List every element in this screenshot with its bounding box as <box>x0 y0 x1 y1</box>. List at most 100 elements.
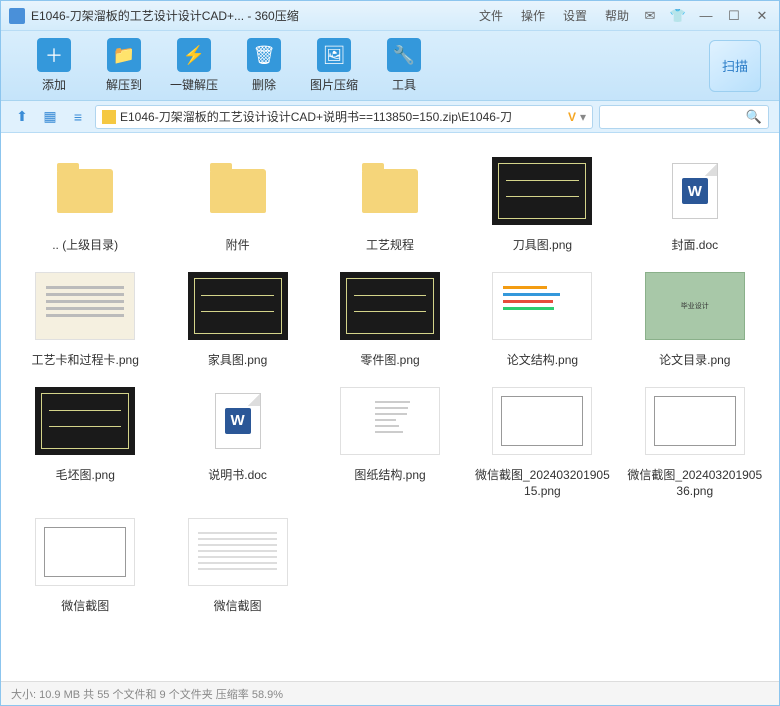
file-name: 论文结构.png <box>507 352 578 369</box>
view-grid-icon[interactable]: ▦ <box>39 106 61 128</box>
file-name: 微信截图 <box>61 598 109 615</box>
file-item[interactable]: 工艺规程 <box>316 151 464 258</box>
file-name: 家具图.png <box>208 352 267 369</box>
file-thumbnail <box>340 155 440 227</box>
file-item[interactable]: 刀具图.png <box>468 151 616 258</box>
file-thumbnail <box>645 385 745 457</box>
file-content-area: .. (上级目录) 附件 工艺规程 刀具图.png W 封面.doc 工艺卡和过程卡.png… <box>1 133 779 681</box>
toolbar-button-5[interactable]: 🔧 工具 <box>369 38 439 93</box>
navbar: ⬆ ▦ ≡ E1046-刀架溜板的工艺设计设计CAD+说明书==113850=1… <box>1 101 779 133</box>
file-thumbnail <box>492 270 592 342</box>
file-item[interactable]: 微信截图 <box>11 512 159 619</box>
file-name: 论文目录.png <box>659 352 730 369</box>
toolbar-button-0[interactable]: ＋ 添加 <box>19 38 89 93</box>
path-badge: V <box>568 110 576 124</box>
toolbar-button-3[interactable]: 🗑 删除 <box>229 38 299 93</box>
file-item[interactable]: 家具图.png <box>163 266 311 373</box>
file-item[interactable]: 微信截图 <box>163 512 311 619</box>
menu-bar: 文件 操作 设置 帮助 <box>479 7 629 24</box>
search-icon[interactable]: 🔍 <box>746 109 762 125</box>
file-item[interactable]: 毛坯图.png <box>11 381 159 505</box>
toolbar-icon: 🖼 <box>317 38 351 72</box>
window-title: E1046-刀架溜板的工艺设计设计CAD+... - 360压缩 <box>31 7 479 24</box>
toolbar: ＋ 添加 📁 解压到 ⚡一键解压 🗑 删除 🖼 图片压缩 🔧 工具 扫描 <box>1 31 779 101</box>
file-thumbnail <box>188 155 288 227</box>
file-name: 封面.doc <box>671 237 718 254</box>
file-name: 工艺规程 <box>366 237 414 254</box>
file-item[interactable]: 毕业设计论文目录.png <box>621 266 769 373</box>
skin-icon[interactable]: 👕 <box>669 7 687 25</box>
search-input[interactable]: 🔍 <box>599 105 769 129</box>
file-item[interactable]: W 说明书.doc <box>163 381 311 505</box>
toolbar-icon: 📁 <box>107 38 141 72</box>
file-name: 刀具图.png <box>513 237 572 254</box>
file-thumbnail <box>340 270 440 342</box>
file-item[interactable]: 微信截图_20240320190515.png <box>468 381 616 505</box>
status-text: 大小: 10.9 MB 共 55 个文件和 9 个文件夹 压缩率 58.9% <box>11 686 283 702</box>
file-thumbnail: 毕业设计 <box>645 270 745 342</box>
file-grid: .. (上级目录) 附件 工艺规程 刀具图.png W 封面.doc 工艺卡和过程卡.png… <box>11 151 769 619</box>
file-thumbnail <box>188 516 288 588</box>
file-thumbnail: W <box>645 155 745 227</box>
file-name: .. (上级目录) <box>52 237 118 254</box>
close-button[interactable]: ✕ <box>753 7 771 25</box>
toolbar-label: 解压到 <box>106 76 142 93</box>
scan-label: 扫描 <box>722 56 748 75</box>
file-thumbnail <box>492 155 592 227</box>
toolbar-icon: ⚡ <box>177 38 211 72</box>
file-thumbnail <box>188 270 288 342</box>
file-name: 零件图.png <box>360 352 419 369</box>
file-thumbnail <box>35 385 135 457</box>
menu-operate[interactable]: 操作 <box>521 7 545 24</box>
file-thumbnail <box>492 385 592 457</box>
file-item[interactable]: 附件 <box>163 151 311 258</box>
toolbar-icon: 🔧 <box>387 38 421 72</box>
up-icon[interactable]: ⬆ <box>11 106 33 128</box>
app-icon <box>9 8 25 24</box>
toolbar-button-1[interactable]: 📁 解压到 <box>89 38 159 93</box>
file-name: 图纸结构.png <box>354 467 425 484</box>
file-item[interactable]: W 封面.doc <box>621 151 769 258</box>
file-name: 工艺卡和过程卡.png <box>32 352 139 369</box>
window-controls: ✉ 👕 — ☐ ✕ <box>641 7 771 25</box>
toolbar-icon: ＋ <box>37 38 71 72</box>
maximize-button[interactable]: ☐ <box>725 7 743 25</box>
file-name: 说明书.doc <box>208 467 267 484</box>
minimize-button[interactable]: — <box>697 7 715 25</box>
path-text: E1046-刀架溜板的工艺设计设计CAD+说明书==113850=150.zip… <box>120 108 564 125</box>
toolbar-button-4[interactable]: 🖼 图片压缩 <box>299 38 369 93</box>
path-dropdown-icon[interactable]: ▾ <box>580 110 586 124</box>
file-thumbnail <box>35 270 135 342</box>
file-name: 附件 <box>226 237 250 254</box>
menu-file[interactable]: 文件 <box>479 7 503 24</box>
file-thumbnail <box>35 516 135 588</box>
file-item[interactable]: 图纸结构.png <box>316 381 464 505</box>
path-folder-icon <box>102 110 116 124</box>
toolbar-label: 添加 <box>42 76 66 93</box>
file-thumbnail <box>340 385 440 457</box>
file-item[interactable]: 微信截图_20240320190536.png <box>621 381 769 505</box>
file-item[interactable]: .. (上级目录) <box>11 151 159 258</box>
toolbar-label: 删除 <box>252 76 276 93</box>
file-name: 微信截图_20240320190536.png <box>625 467 765 501</box>
file-item[interactable]: 零件图.png <box>316 266 464 373</box>
titlebar: E1046-刀架溜板的工艺设计设计CAD+... - 360压缩 文件 操作 设… <box>1 1 779 31</box>
feedback-icon[interactable]: ✉ <box>641 7 659 25</box>
file-name: 微信截图 <box>214 598 262 615</box>
file-name: 毛坯图.png <box>56 467 115 484</box>
path-bar[interactable]: E1046-刀架溜板的工艺设计设计CAD+说明书==113850=150.zip… <box>95 105 593 129</box>
file-item[interactable]: 工艺卡和过程卡.png <box>11 266 159 373</box>
view-list-icon[interactable]: ≡ <box>67 106 89 128</box>
file-item[interactable]: 论文结构.png <box>468 266 616 373</box>
scan-button[interactable]: 扫描 <box>709 40 761 92</box>
file-name: 微信截图_20240320190515.png <box>472 467 612 501</box>
file-thumbnail: W <box>188 385 288 457</box>
menu-help[interactable]: 帮助 <box>605 7 629 24</box>
toolbar-icon: 🗑 <box>247 38 281 72</box>
statusbar: 大小: 10.9 MB 共 55 个文件和 9 个文件夹 压缩率 58.9% <box>1 681 779 705</box>
toolbar-label: 图片压缩 <box>310 76 358 93</box>
file-thumbnail <box>35 155 135 227</box>
toolbar-label: 工具 <box>392 76 416 93</box>
menu-settings[interactable]: 设置 <box>563 7 587 24</box>
toolbar-button-2[interactable]: ⚡一键解压 <box>159 38 229 93</box>
